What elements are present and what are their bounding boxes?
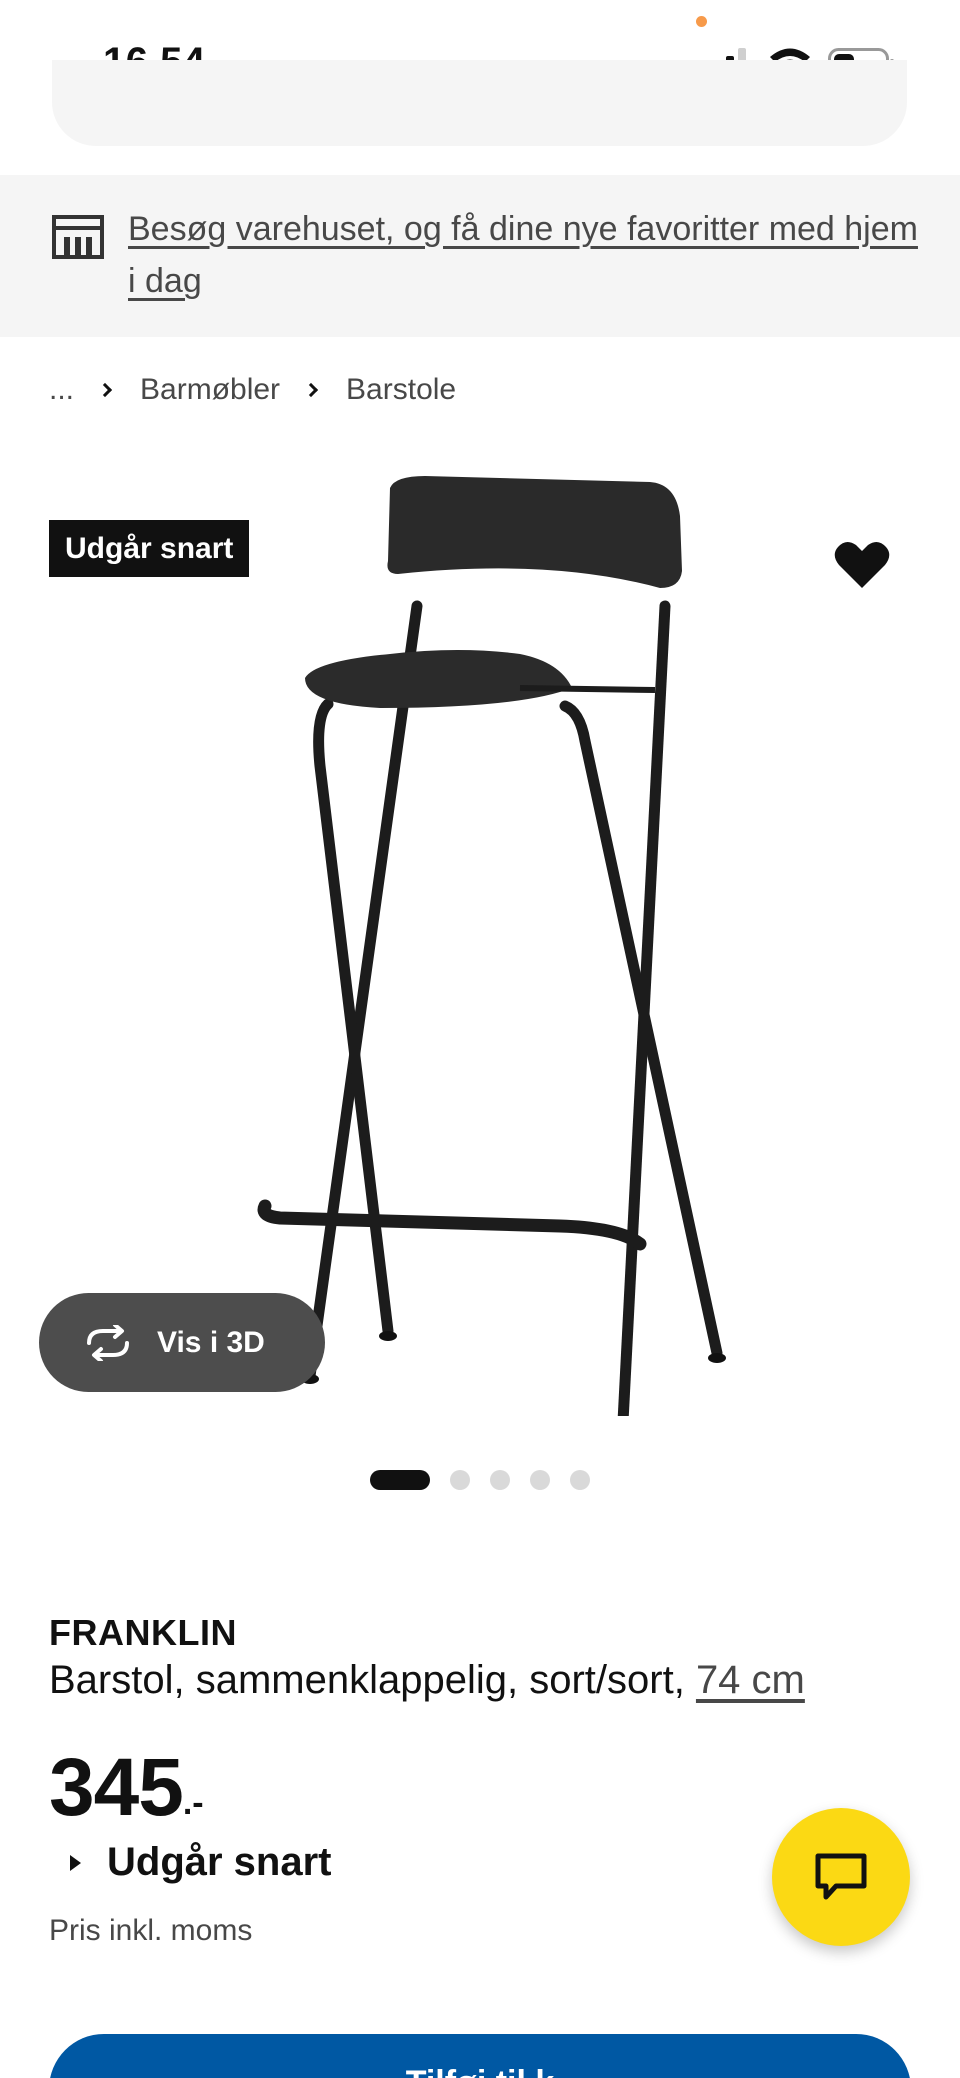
carousel-indicator xyxy=(370,1469,610,1491)
carousel-dot[interactable] xyxy=(530,1470,550,1490)
availability-label: Udgår snart xyxy=(107,1840,332,1884)
rotate-icon xyxy=(87,1324,129,1361)
breadcrumb-item-barmobler[interactable]: Barmøbler xyxy=(140,373,280,407)
store-banner[interactable]: Besøg varehuset, og få dine nye favoritt… xyxy=(0,175,960,337)
add-to-cart-button[interactable]: Tilføj til k xyxy=(49,2034,911,2078)
search-bar-remnant[interactable] xyxy=(52,60,907,146)
breadcrumb: ... Barmøbler Barstole xyxy=(49,368,456,412)
product-description: Barstol, sammenklappelig, sort/sort, 74 … xyxy=(49,1658,805,1703)
breadcrumb-item-barstole[interactable]: Barstole xyxy=(346,373,456,407)
product-price: 345 .- xyxy=(49,1740,204,1836)
view-3d-label: Vis i 3D xyxy=(157,1325,265,1359)
view-3d-button[interactable]: Vis i 3D xyxy=(39,1293,325,1392)
carousel-dot[interactable] xyxy=(490,1470,510,1490)
availability-toggle[interactable]: Udgår snart xyxy=(70,1840,332,1885)
bar-stool-image xyxy=(257,476,726,1416)
privacy-indicator xyxy=(696,16,707,27)
carousel-dot[interactable] xyxy=(450,1470,470,1490)
chevron-right-icon xyxy=(97,382,113,398)
store-icon xyxy=(52,215,104,259)
heart-icon[interactable] xyxy=(834,540,890,590)
price-suffix: .- xyxy=(182,1784,204,1822)
vat-note: Pris inkl. moms xyxy=(49,1914,253,1947)
store-banner-link[interactable]: Besøg varehuset, og få dine nye favoritt… xyxy=(128,203,918,307)
carousel-dot-active[interactable] xyxy=(370,1470,430,1490)
chat-icon xyxy=(815,1853,867,1900)
chat-button[interactable] xyxy=(772,1808,910,1946)
price-integer: 345 xyxy=(49,1742,184,1833)
product-badge: Udgår snart xyxy=(49,520,250,577)
product-description-text: Barstol, sammenklappelig, sort/sort, xyxy=(49,1658,685,1702)
product-size-link[interactable]: 74 cm xyxy=(696,1658,805,1702)
chevron-right-icon xyxy=(303,382,319,398)
caret-right-icon xyxy=(70,1854,81,1871)
product-name: FRANKLIN xyxy=(49,1612,237,1653)
breadcrumb-item-more[interactable]: ... xyxy=(49,373,74,407)
carousel-dot[interactable] xyxy=(570,1470,590,1490)
product-image[interactable] xyxy=(0,440,960,1430)
